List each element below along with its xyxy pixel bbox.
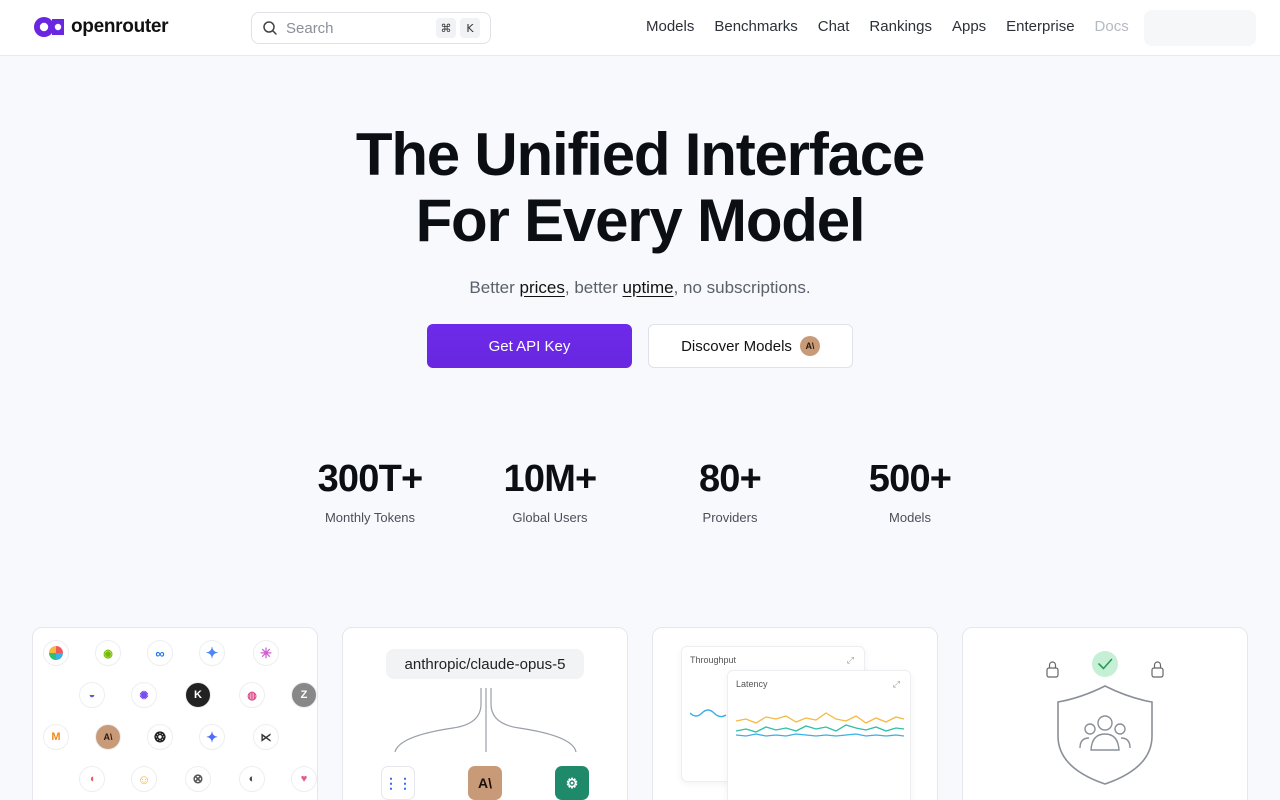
hero-sub-mid: , better xyxy=(564,278,618,297)
kbd-command: ⌘ xyxy=(436,18,456,38)
sparkle-provider-icon: ✳ xyxy=(253,640,279,666)
stat-global-users: 10M+ Global Users xyxy=(460,458,640,525)
anthropic-provider-icon: A\ xyxy=(95,724,121,750)
stat-label: Providers xyxy=(702,510,758,525)
top-navbar: openrouter Search ⌘ K Models Benchmarks … xyxy=(0,0,1280,56)
stat-models: 500+ Models xyxy=(820,458,1000,525)
get-api-key-button[interactable]: Get API Key xyxy=(427,324,632,368)
bedrock-provider-icon: ⋮⋮ xyxy=(381,766,415,800)
search-input[interactable]: Search ⌘ K xyxy=(251,12,491,44)
hero-title-line2: For Every Model xyxy=(415,187,866,254)
expand-icon[interactable]: ⤢ xyxy=(847,655,854,666)
hero-sub-post: , no subscriptions. xyxy=(673,278,811,297)
hero-subtitle: Better prices, better uptime, no subscri… xyxy=(0,278,1280,298)
z-provider-icon: Z xyxy=(291,682,317,708)
hero-title-line1: The Unified Interface xyxy=(355,121,925,188)
openrouter-logo-icon xyxy=(34,15,64,39)
latency-chart: Latency ⤢ xyxy=(727,670,911,800)
meta-icon: ∞ xyxy=(147,640,173,666)
stat-label: Global Users xyxy=(512,510,588,525)
throughput-label: Throughput xyxy=(690,655,737,665)
xai-icon: ⋉ xyxy=(253,724,279,750)
main-nav: Models Benchmarks Chat Rankings Apps Ent… xyxy=(646,18,1129,35)
grok-icon: ⊗ xyxy=(185,766,211,792)
card-routing[interactable]: anthropic/claude-opus-5 ⋮⋮ A\ ⚙ xyxy=(342,627,628,800)
pinwheel-provider-icon xyxy=(43,640,69,666)
account-button-placeholder[interactable] xyxy=(1144,10,1256,46)
anthropic-icon: A\ xyxy=(799,336,820,356)
nav-rankings[interactable]: Rankings xyxy=(869,18,932,35)
home-logo-link[interactable]: openrouter xyxy=(34,15,169,39)
stat-label: Models xyxy=(889,510,931,525)
stat-value: 80+ xyxy=(698,458,762,500)
stat-value: 300T+ xyxy=(317,458,424,500)
deepseek-icon: ◒ xyxy=(79,682,105,708)
nav-apps[interactable]: Apps xyxy=(952,18,986,35)
perplexity-icon: ◐ xyxy=(239,766,265,792)
cohere-icon: ◖ xyxy=(79,766,105,792)
card-providers[interactable]: ◉ ∞ ✦ ✳ ◒ ✺ K ◍ Z M A\ ❂ ✦ ⋉ ◖ ☺ ⊗ ◐ ♥ xyxy=(32,627,318,800)
k-provider-icon: K xyxy=(185,682,211,708)
card-performance[interactable]: Throughput ⤢ Latency ⤢ xyxy=(652,627,938,800)
huggingface-icon: ☺ xyxy=(131,766,157,792)
nav-chat[interactable]: Chat xyxy=(818,18,850,35)
search-icon xyxy=(263,21,277,35)
stat-value: 500+ xyxy=(868,458,952,500)
nav-enterprise[interactable]: Enterprise xyxy=(1006,18,1074,35)
stat-label: Monthly Tokens xyxy=(324,510,416,525)
uptime-link[interactable]: uptime xyxy=(623,278,674,297)
prices-link[interactable]: prices xyxy=(520,278,565,297)
aurora-provider-icon: ✺ xyxy=(131,682,157,708)
mistral-icon: M xyxy=(43,724,69,750)
vertex-provider-icon: ⚙ xyxy=(555,766,589,800)
waveform-provider-icon: ◍ xyxy=(239,682,265,708)
lock-icon-right xyxy=(1151,661,1164,678)
nav-models[interactable]: Models xyxy=(646,18,694,35)
hero-sub-pre: Better xyxy=(469,278,515,297)
latency-label: Latency xyxy=(736,679,768,689)
discover-models-label: Discover Models xyxy=(681,337,792,355)
stat-monthly-tokens: 300T+ Monthly Tokens xyxy=(280,458,460,525)
nvidia-icon: ◉ xyxy=(95,640,121,666)
stat-value: 10M+ xyxy=(503,458,598,500)
expand-icon[interactable]: ⤢ xyxy=(893,679,900,690)
heart-provider-icon: ♥ xyxy=(291,766,317,792)
anthropic-provider-icon: A\ xyxy=(468,766,502,800)
nav-benchmarks[interactable]: Benchmarks xyxy=(714,18,797,35)
check-badge-icon xyxy=(1092,651,1118,677)
hero-title: The Unified Interface For Every Model xyxy=(0,122,1280,254)
brand-name: openrouter xyxy=(71,16,169,37)
search-placeholder: Search xyxy=(286,19,334,37)
openai-icon: ❂ xyxy=(147,724,173,750)
gemini-icon: ✦ xyxy=(199,640,225,666)
shield-illustration xyxy=(1046,651,1164,785)
card-security[interactable] xyxy=(962,627,1248,800)
shield-icon xyxy=(1057,685,1153,785)
stat-providers: 80+ Providers xyxy=(640,458,820,525)
gemini-color-icon: ✦ xyxy=(199,724,225,750)
nav-docs[interactable]: Docs xyxy=(1095,18,1129,35)
discover-models-button[interactable]: Discover Models A\ xyxy=(648,324,853,368)
lock-icon-left xyxy=(1046,661,1059,678)
kbd-k: K xyxy=(460,18,480,38)
